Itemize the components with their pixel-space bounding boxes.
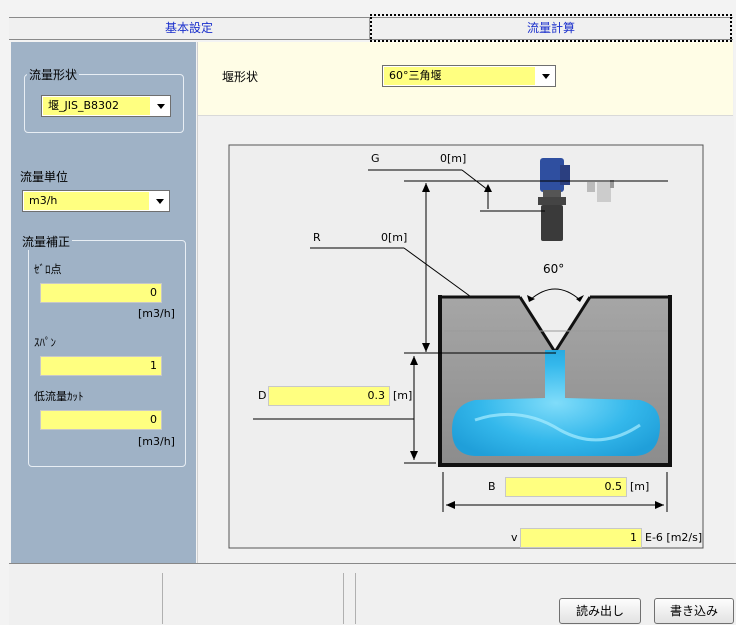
bottom-divider: [343, 573, 344, 624]
r-label: R: [313, 231, 321, 244]
d-unit: [m]: [393, 389, 413, 402]
b-unit: [m]: [630, 480, 650, 493]
bottom-divider: [355, 573, 356, 624]
angle-label: 60°: [543, 262, 565, 276]
r-value: 0[m]: [381, 231, 408, 244]
v-unit: E-6 [m2/s]: [645, 531, 703, 544]
g-value: 0[m]: [440, 152, 467, 165]
g-label: G: [371, 152, 380, 165]
b-label: B: [488, 480, 496, 493]
d-input[interactable]: 0.3: [268, 386, 390, 406]
bottom-divider: [162, 573, 163, 624]
d-label: D: [258, 389, 267, 402]
v-label: v: [511, 531, 518, 544]
b-input[interactable]: 0.5: [505, 477, 627, 497]
read-button[interactable]: 読み出し: [559, 598, 641, 624]
write-button[interactable]: 書き込み: [654, 598, 734, 624]
v-input[interactable]: 1: [520, 528, 642, 548]
